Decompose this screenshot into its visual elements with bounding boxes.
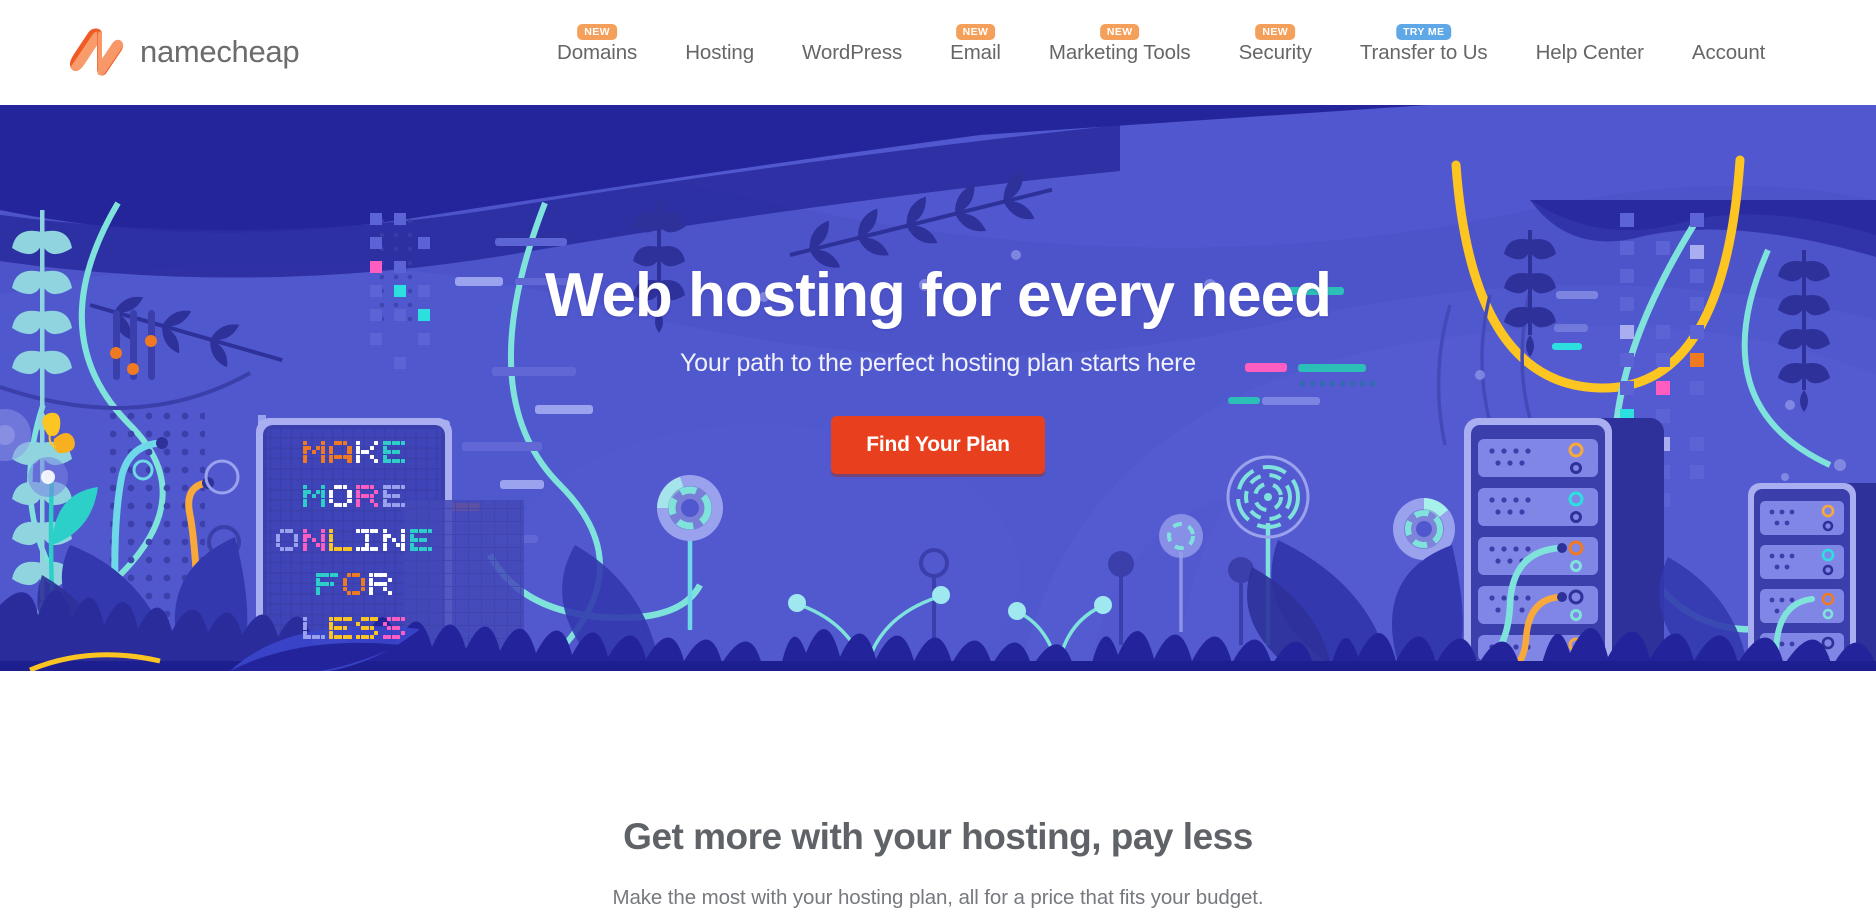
hero-title: Web hosting for every need <box>545 261 1332 330</box>
nav-label: Email <box>950 40 1001 64</box>
nav-item-wordpress[interactable]: WordPress <box>778 0 926 105</box>
nav-item-help-center[interactable]: Help Center <box>1512 0 1668 105</box>
namecheap-logo[interactable]: namecheap <box>68 28 300 76</box>
nav-item-domains[interactable]: NEW Domains <box>533 0 661 105</box>
section-title: Get more with your hosting, pay less <box>623 816 1253 857</box>
hero-banner: Web hosting for every need Your path to … <box>0 105 1876 671</box>
brand-name: namecheap <box>140 34 300 69</box>
nav-label: Hosting <box>685 40 755 64</box>
nav-badge-new: NEW <box>577 24 617 40</box>
namecheap-logo-icon <box>68 28 126 76</box>
nav-item-security[interactable]: NEW Security <box>1215 0 1336 105</box>
nav-label: Marketing Tools <box>1048 40 1191 64</box>
nav-item-transfer-to-us[interactable]: TRY ME Transfer to Us <box>1336 0 1512 105</box>
nav-item-hosting[interactable]: Hosting <box>661 0 778 105</box>
nav-item-email[interactable]: NEW Email <box>926 0 1025 105</box>
nav-label: WordPress <box>802 40 903 64</box>
nav-label: Domains <box>557 40 638 64</box>
main-navigation: NEW Domains Hosting WordPress NEW Email NEW Mar… <box>533 0 1789 105</box>
nav-label: Account <box>1691 40 1766 64</box>
hero-subtitle: Your path to the perfect hosting plan st… <box>679 349 1196 377</box>
site-header: namecheap NEW Domains Hosting WordPress NEW E… <box>0 0 1876 105</box>
nav-item-account[interactable]: Account <box>1668 0 1789 105</box>
nav-badge-new: NEW <box>955 24 996 40</box>
nav-badge-try: TRY ME <box>1395 24 1452 40</box>
hero-content: Web hosting for every need Your path to … <box>0 105 1876 671</box>
section-subtitle: Make the most with your hosting plan, al… <box>612 886 1264 909</box>
nav-label: Transfer to Us <box>1359 40 1488 64</box>
nav-item-marketing-tools[interactable]: NEW Marketing Tools <box>1025 0 1215 105</box>
nav-label: Help Center <box>1535 40 1644 64</box>
nav-badge-new: NEW <box>1255 24 1296 40</box>
nav-label: Security <box>1238 40 1312 64</box>
nav-badge-new: NEW <box>1099 24 1140 40</box>
value-prop-section: Get more with your hosting, pay less Mak… <box>0 671 1876 913</box>
find-your-plan-button[interactable]: Find Your Plan <box>831 416 1045 474</box>
